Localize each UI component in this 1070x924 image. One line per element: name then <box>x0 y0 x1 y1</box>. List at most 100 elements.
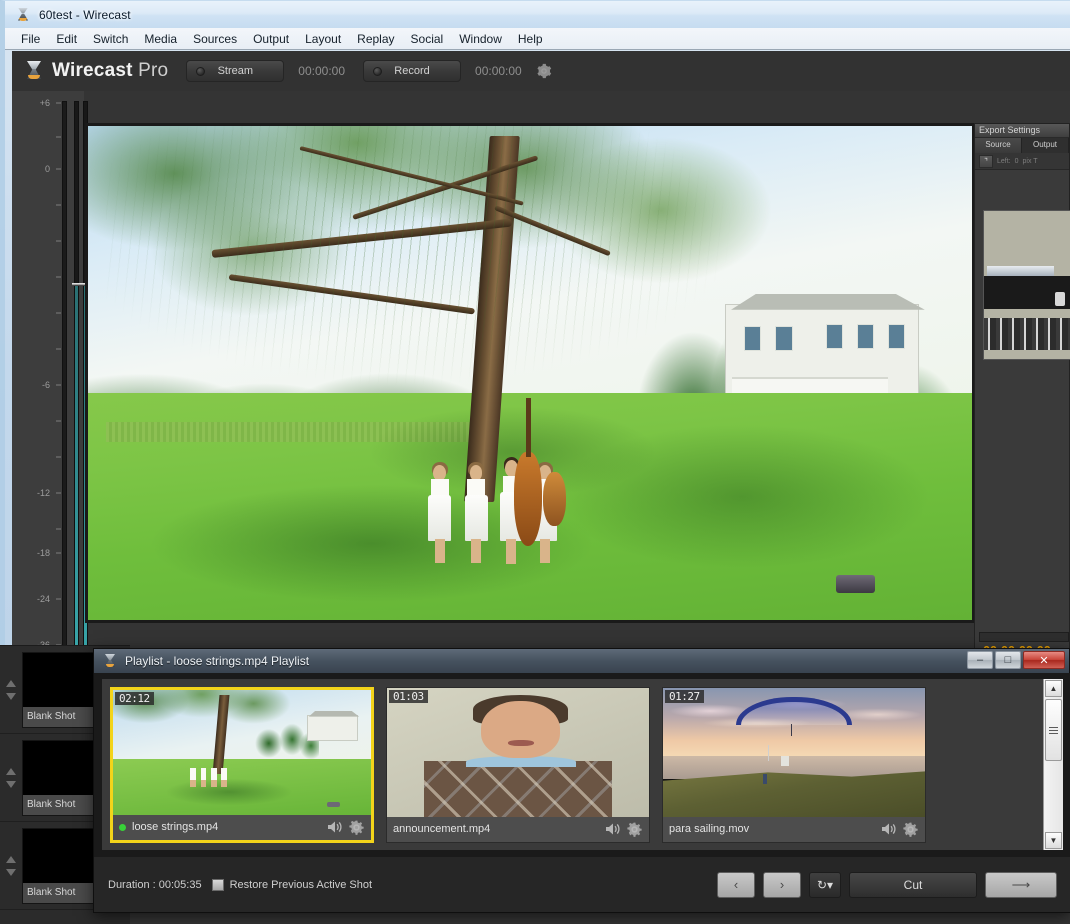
maximize-button[interactable]: □ <box>995 651 1021 669</box>
scene-person <box>428 462 451 541</box>
playlist-item[interactable]: 01:03 announcement.mp4 <box>386 687 650 843</box>
playlist-item-duration: 01:27 <box>665 690 704 703</box>
speaker-icon[interactable] <box>605 822 621 836</box>
scroll-up-icon[interactable]: ▲ <box>1045 680 1062 697</box>
crop-icon[interactable]: ⌝ <box>979 155 993 168</box>
menubar: File Edit Switch Media Sources Output La… <box>5 28 1070 50</box>
export-panel-title: Export Settings <box>975 124 1069 138</box>
export-panel-tools: ⌝ Left: 0 pix T <box>975 153 1069 170</box>
export-settings-panel: Export Settings Source Output ⌝ Left: 0 … <box>974 123 1070 691</box>
scene-person <box>465 462 488 541</box>
meter-label-minus24: -24 <box>37 594 50 604</box>
shot-card[interactable]: Blank Shot <box>22 828 96 904</box>
menu-item-window[interactable]: Window <box>451 30 510 48</box>
shot-thumbnail <box>23 829 95 883</box>
playlist-item-name: para sailing.mov <box>669 823 875 835</box>
meter-label-minus18: -18 <box>37 548 50 558</box>
export-panel-tabs: Source Output <box>975 138 1069 153</box>
layer-arrows[interactable] <box>0 768 22 788</box>
menu-item-output[interactable]: Output <box>245 30 297 48</box>
chevron-up-icon <box>6 680 16 687</box>
close-button[interactable]: ✕ <box>1023 651 1065 669</box>
menu-item-social[interactable]: Social <box>403 30 452 48</box>
record-status-dot-icon <box>373 67 382 76</box>
chevron-down-icon <box>6 693 16 700</box>
speaker-icon[interactable] <box>881 822 897 836</box>
playlist-title: Playlist - loose strings.mp4 Playlist <box>125 654 309 668</box>
scrollbar-thumb[interactable] <box>1045 699 1062 761</box>
active-indicator-icon <box>119 824 126 831</box>
gear-icon[interactable] <box>903 822 919 836</box>
playlist-scrollbar[interactable]: ▲ ▼ <box>1043 679 1063 850</box>
menu-item-layout[interactable]: Layout <box>297 30 349 48</box>
gear-icon[interactable] <box>536 63 552 79</box>
menu-item-media[interactable]: Media <box>136 30 185 48</box>
transition-button[interactable]: Cut <box>849 872 977 898</box>
playlist-item-thumbnail: 02:12 <box>113 690 371 818</box>
os-titlebar[interactable]: 60test - Wirecast <box>5 1 1070 28</box>
gear-icon[interactable] <box>349 820 365 834</box>
scene-cello <box>514 452 542 546</box>
wirecast-logo-icon <box>24 60 44 82</box>
menu-item-file[interactable]: File <box>13 30 48 48</box>
playlist-content: 02:12 loose strings.mp4 <box>94 673 1070 858</box>
shot-thumbnail <box>23 653 95 707</box>
audio-channel-left <box>74 101 79 679</box>
hourglass-icon <box>102 653 118 669</box>
chevron-up-icon <box>6 856 16 863</box>
stream-button[interactable]: Stream <box>186 60 284 82</box>
menu-item-edit[interactable]: Edit <box>48 30 85 48</box>
go-button[interactable]: ⟶ <box>985 872 1057 898</box>
crop-left-unit: pix T <box>1023 158 1038 165</box>
playlist-item-caption: loose strings.mp4 <box>113 815 371 840</box>
playlist-footer: Duration : 00:05:35 Restore Previous Act… <box>94 856 1070 912</box>
audio-meter-scale: +6 0 -6 -12 -18 -24 <box>34 101 62 679</box>
shot-label: Blank Shot <box>23 707 95 727</box>
speaker-icon[interactable] <box>327 820 343 834</box>
next-button[interactable]: › <box>763 872 801 898</box>
layer-arrows[interactable] <box>0 680 22 700</box>
shot-card[interactable]: Blank Shot <box>22 652 96 728</box>
shot-card[interactable]: Blank Shot <box>22 740 96 816</box>
playlist-duration-label: Duration : 00:05:35 <box>108 879 202 891</box>
layer-arrows[interactable] <box>0 856 22 876</box>
restore-previous-active-shot-label: Restore Previous Active Shot <box>230 879 372 891</box>
playlist-window: Playlist - loose strings.mp4 Playlist – … <box>93 648 1070 913</box>
playlist-item-name: announcement.mp4 <box>393 823 599 835</box>
shot-label: Blank Shot <box>23 883 95 903</box>
playlist-item[interactable]: 02:12 loose strings.mp4 <box>110 687 374 843</box>
brand-text: Wirecast <box>52 60 133 81</box>
playlist-titlebar[interactable]: Playlist - loose strings.mp4 Playlist – … <box>94 649 1069 673</box>
stream-timer: 00:00:00 <box>298 64 345 78</box>
menu-item-help[interactable]: Help <box>510 30 551 48</box>
playlist-item-thumbnail: 01:03 <box>387 688 649 819</box>
menu-item-replay[interactable]: Replay <box>349 30 402 48</box>
app-root: 60test - Wirecast File Edit Switch Media… <box>0 0 1070 924</box>
meter-label-minus6: -6 <box>42 380 50 390</box>
playlist-window-buttons: – □ ✕ <box>967 651 1065 669</box>
loop-button[interactable]: ↻▾ <box>809 872 841 898</box>
export-preview-canvas[interactable] <box>983 210 1070 360</box>
crop-left-value[interactable]: 0 <box>1015 158 1019 165</box>
playlist-item-thumbnail: 01:27 <box>663 688 925 819</box>
tab-source[interactable]: Source <box>975 138 1022 153</box>
meter-label-plus6: +6 <box>40 98 50 108</box>
playlist-item[interactable]: 01:27 para sailing.mov <box>662 687 926 843</box>
export-filmstrip[interactable] <box>979 632 1069 642</box>
preview-video-frame <box>88 126 972 620</box>
audio-meter-rail <box>62 101 67 679</box>
preview-monitor[interactable] <box>85 123 975 623</box>
window-title: 60test - Wirecast <box>39 8 131 22</box>
stream-button-label: Stream <box>218 65 253 77</box>
restore-previous-active-shot-checkbox[interactable] <box>212 879 224 891</box>
scroll-down-icon[interactable]: ▼ <box>1045 832 1062 849</box>
menu-item-switch[interactable]: Switch <box>85 30 136 48</box>
record-button[interactable]: Record <box>363 60 461 82</box>
gear-icon[interactable] <box>627 822 643 836</box>
tab-output[interactable]: Output <box>1022 138 1069 153</box>
menu-item-sources[interactable]: Sources <box>185 30 245 48</box>
wirecast-toolbar: Wirecast Pro Stream 00:00:00 Record 00:0… <box>12 51 1070 91</box>
previous-button[interactable]: ‹ <box>717 872 755 898</box>
minimize-button[interactable]: – <box>967 651 993 669</box>
brand-edition: Pro <box>138 60 168 81</box>
